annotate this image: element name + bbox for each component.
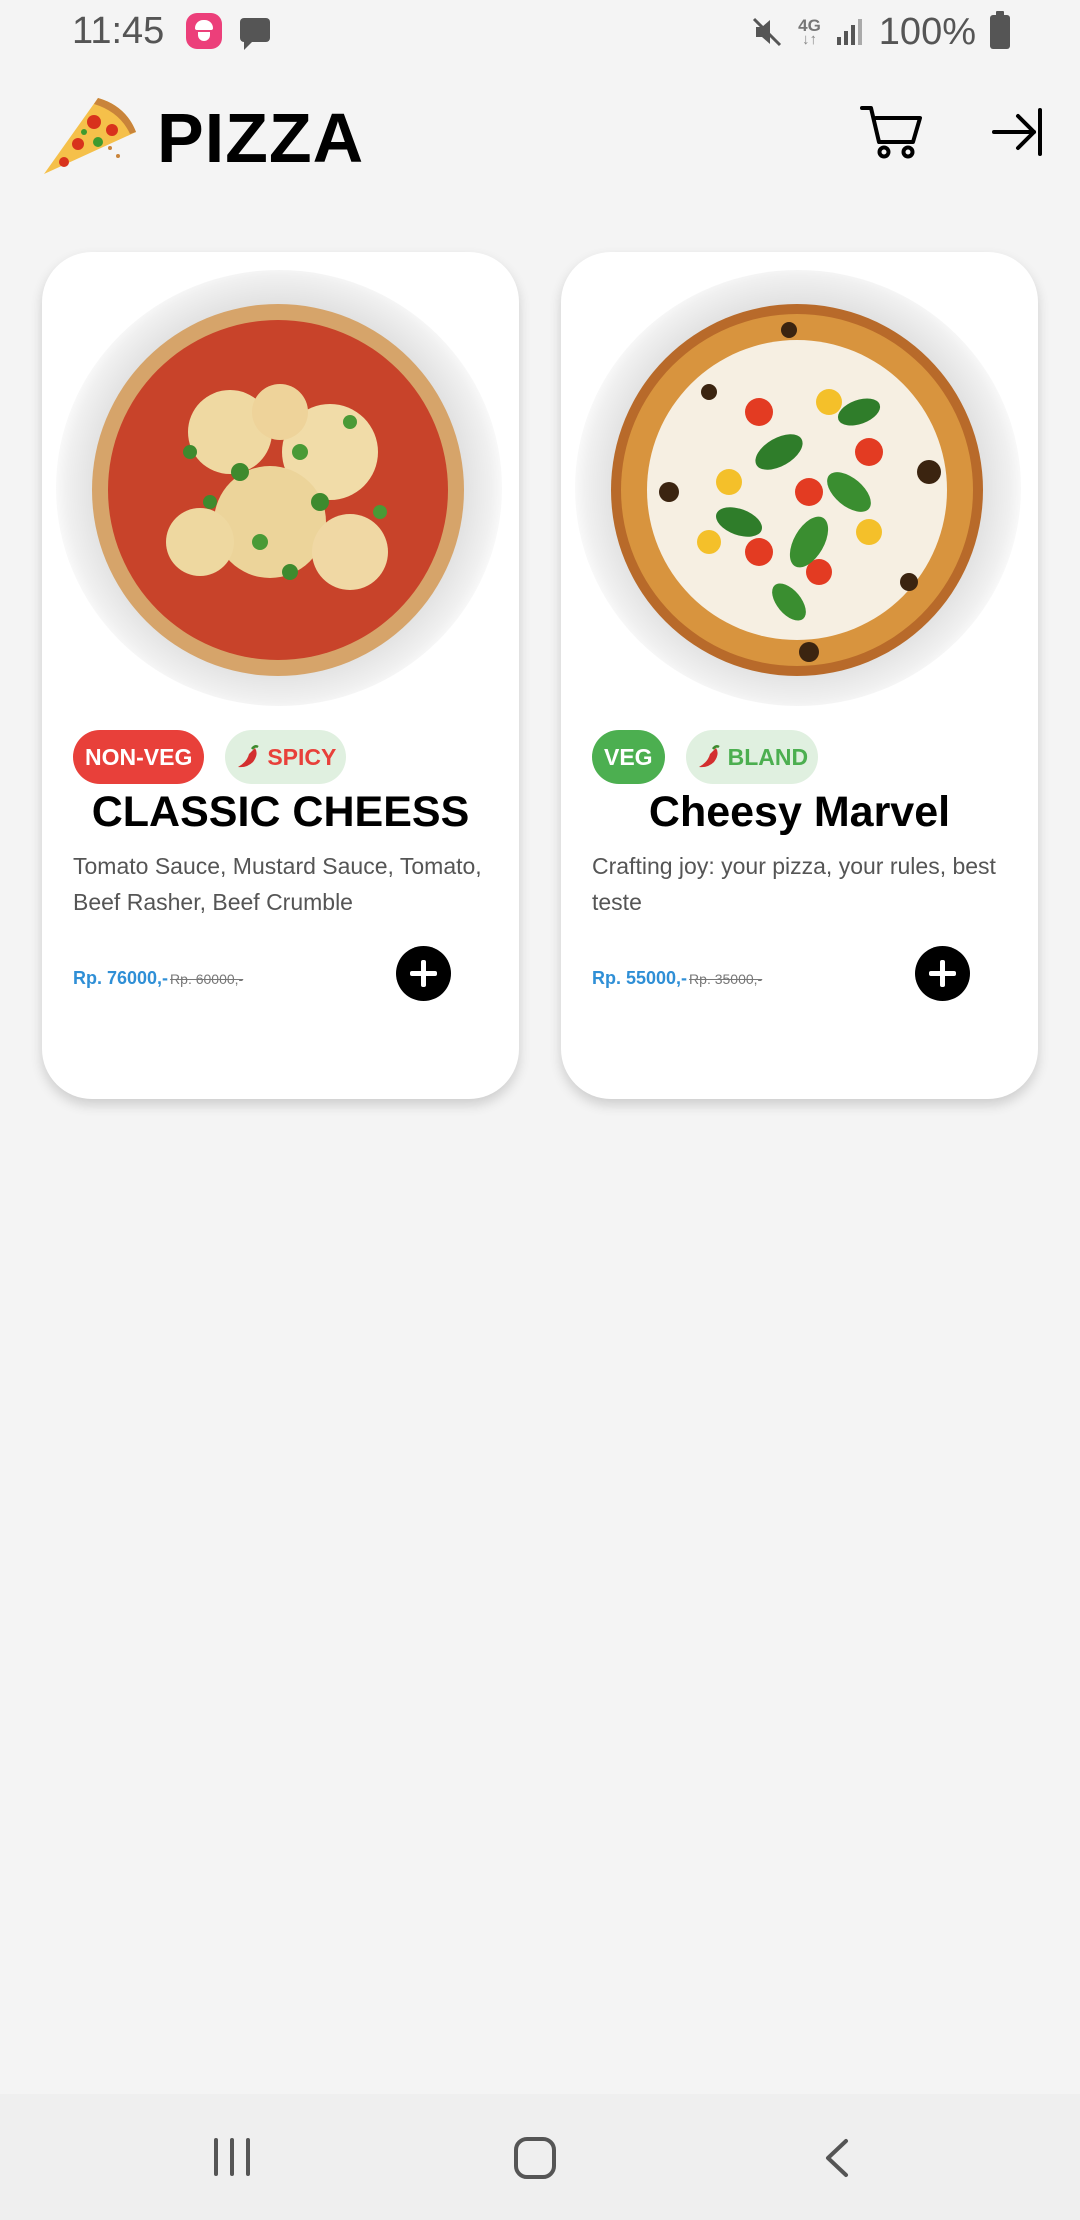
product-card[interactable]: VEG BLAND Cheesy Marvel Crafting joy: yo… [561, 252, 1038, 1099]
pizza-image [90, 302, 466, 678]
product-name: CLASSIC CHEESS [91, 788, 470, 836]
cart-button[interactable] [858, 98, 924, 164]
add-to-cart-button[interactable] [396, 946, 451, 1001]
product-description: Crafting joy: your pizza, your rules, be… [592, 853, 996, 915]
data-arrows-icon: ↓↑ [801, 31, 817, 48]
price: Rp. 55000,- [592, 968, 688, 988]
product-grid: NON-VEG SPICY CLASSIC CHEESS Tomato Sauc… [42, 252, 1038, 1099]
recents-icon-bar [214, 2138, 218, 2176]
add-to-cart-button[interactable] [915, 946, 970, 1001]
spice-tag-label: SPICY [267, 743, 337, 770]
old-price: Rp. 35000,- [689, 971, 763, 987]
product-name: Cheesy Marvel [648, 788, 951, 836]
back-icon [826, 2139, 848, 2177]
product-description: Tomato Sauce, Mustard Sauce, Tomato, Bee… [73, 853, 482, 915]
price-row: Rp. 76000,- Rp. 60000,- [73, 968, 243, 989]
message-icon [240, 18, 270, 50]
app-title: PIZZA [157, 99, 365, 177]
diet-tag: VEG [592, 730, 665, 784]
price: Rp. 76000,- [73, 968, 169, 988]
battery-icon [990, 11, 1010, 49]
recents-icon-bar [246, 2138, 250, 2176]
old-price: Rp. 60000,- [170, 971, 244, 987]
status-indicators: 4G ↓↑ 100% [750, 10, 1010, 54]
spice-tag-label: BLAND [727, 743, 809, 770]
logout-icon [992, 108, 1042, 156]
system-nav-bar [0, 2094, 1080, 2220]
pizza-slice-icon [40, 92, 140, 178]
pizza-image [609, 302, 985, 678]
back-button[interactable] [822, 2138, 852, 2178]
signal-icon [835, 17, 865, 47]
spice-tag: BLAND [685, 730, 819, 784]
app-notification-icon [186, 13, 222, 49]
logout-button[interactable] [990, 106, 1044, 158]
price-row: Rp. 55000,- Rp. 35000,- [592, 968, 762, 989]
diet-tag: NON-VEG [73, 730, 205, 784]
spice-tag: SPICY [225, 730, 347, 784]
cart-icon [860, 106, 922, 159]
tag-row: NON-VEG SPICY [73, 730, 347, 784]
battery-percent: 100% [878, 10, 976, 53]
chili-icon [698, 745, 720, 768]
home-button[interactable] [514, 2137, 556, 2179]
chili-icon [238, 745, 260, 768]
status-time: 11:45 [72, 10, 165, 52]
app-bar: PIZZA [0, 92, 1080, 182]
recents-button[interactable] [214, 2138, 254, 2176]
mute-icon [750, 15, 784, 49]
network-indicator: 4G ↓↑ [798, 17, 821, 48]
status-bar: 11:45 4G ↓↑ 100% [0, 0, 1080, 64]
recents-icon-bar [230, 2138, 234, 2176]
product-card[interactable]: NON-VEG SPICY CLASSIC CHEESS Tomato Sauc… [42, 252, 519, 1099]
tag-row: VEG BLAND [592, 730, 819, 784]
